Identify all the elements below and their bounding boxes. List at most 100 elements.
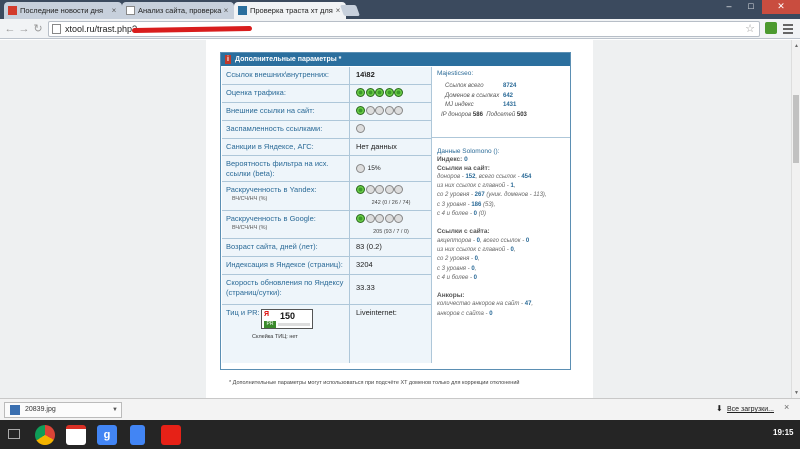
footnote: * Дополнительные параметры могут использ… (229, 380, 520, 386)
close-icon[interactable]: × (110, 6, 118, 15)
close-icon[interactable]: × (784, 402, 789, 412)
gmail-icon[interactable] (66, 425, 86, 445)
menu-icon[interactable] (783, 24, 793, 34)
anchors-heading: Анкоры: (437, 292, 465, 300)
extra-params-panel: i Дополнительные параметры * Ссылок внеш… (220, 52, 571, 370)
docs-icon[interactable] (130, 425, 145, 445)
majestic-stat: MJ индекс 1431 (437, 101, 565, 111)
extension-icon[interactable] (765, 22, 777, 34)
page-icon (52, 24, 61, 34)
tic-pr-badge[interactable]: Я 150 PR (261, 309, 313, 329)
rating-dot-on-icon (365, 88, 375, 97)
param-label: Тиц и PR: Я 150 PR Склейка ТИЦ: нет (222, 305, 350, 363)
stat-line: из них ссылок с главной - 0, (437, 246, 516, 253)
rating-dot-on-icon (356, 106, 365, 115)
minimize-button[interactable]: – (718, 0, 740, 14)
panel-header: i Дополнительные параметры * (221, 53, 570, 66)
stat-line: анкоров с сайта - 0 (437, 310, 493, 317)
stat-line: с 4 и более - 0 (0) (437, 211, 486, 218)
param-row: Раскрученность в Google: ВЧ/СЧ/НЧ (%) 20… (222, 211, 431, 239)
param-label: Санкции в Яндексе, АГС: (222, 139, 350, 155)
tab-trust-check[interactable]: Проверка траста хт для с × (234, 2, 346, 19)
index-label: Индекс: (437, 156, 463, 164)
stat-line: с 3 уровня - 186 (53), (437, 201, 496, 208)
param-row: Раскрученность в Yandex: ВЧ/СЧ/НЧ (%) 24… (222, 182, 431, 211)
page-favicon-icon (126, 6, 135, 15)
youtube-icon[interactable] (161, 425, 181, 445)
download-filename: 20839.jpg (25, 406, 56, 413)
param-row: Индексация в Яндексе (страниц): 3204 (222, 257, 431, 275)
majestic-stat: Ссылок всего 8724 (437, 82, 565, 92)
scroll-up-icon[interactable]: ▲ (794, 43, 799, 49)
stat-label: Подсетей (486, 111, 516, 118)
scroll-down-icon[interactable]: ▼ (794, 390, 799, 396)
stat-line: количество анкоров на сайт - 47, (437, 301, 534, 308)
param-value: Нет данных (356, 142, 397, 151)
param-label: Внешние ссылки на сайт: (222, 103, 350, 120)
google-search-icon[interactable]: g (97, 425, 117, 445)
yandex-promotion: 242 (0 / 26 / 74) (352, 182, 430, 210)
new-tab-button[interactable] (339, 5, 361, 16)
tab-label: Последние новости дня (20, 6, 104, 15)
external-links-rating (352, 103, 430, 120)
rating-dot-off-icon (394, 106, 403, 115)
chrome-icon[interactable] (35, 425, 55, 445)
reload-icon[interactable]: ↻ (31, 22, 45, 36)
tab-news[interactable]: Последние новости дня × (4, 2, 122, 19)
param-row: Тиц и PR: Я 150 PR Склейка ТИЦ: нет Live… (222, 305, 431, 363)
rating-dot-off-icon (356, 163, 365, 173)
address-bar[interactable]: xtool.ru/trast.php? ☆ (48, 21, 760, 37)
bookmark-star-icon[interactable]: ☆ (745, 22, 755, 36)
rating-dot-off-icon (384, 185, 394, 194)
param-label-text: Раскрученность в Yandex: (226, 185, 317, 194)
stat-line: с 4 и более - 0 (437, 274, 477, 281)
tab-label: Проверка траста хт для с (250, 6, 334, 15)
param-row: Возраст сайта, дней (лет): 83 (0.2) (222, 239, 431, 257)
majestic-title: Majesticseo: (437, 70, 474, 77)
param-detail: 205 (93 / 7 / 0) (373, 229, 409, 235)
param-row: Внешние ссылки на сайт: (222, 103, 431, 121)
download-icon: ⬇ (716, 404, 723, 413)
rating-dot-on-icon (394, 88, 403, 97)
param-row: Санкции в Яндексе, АГС: Нет данных (222, 139, 431, 156)
panel-title: Дополнительные параметры * (235, 56, 342, 63)
browser-toolbar: ← → ↻ xtool.ru/trast.php? ☆ (0, 19, 800, 39)
scrollbar-thumb[interactable] (793, 95, 799, 163)
forward-arrow-icon[interactable]: → (17, 22, 31, 36)
tab-label: Анализ сайта, проверка (138, 6, 222, 15)
index-line: Индекс: 0 (437, 156, 565, 164)
tic-value: 150 (280, 311, 296, 321)
param-row: Оценка трафика: (222, 85, 431, 103)
close-window-button[interactable]: ✕ (762, 0, 800, 14)
param-label: Вероятность фильтра на исх. ссылки (beta… (222, 156, 350, 181)
google-promotion: 205 (93 / 7 / 0) (352, 211, 430, 238)
stat-label: IP доноров (441, 111, 472, 118)
window-switcher-icon[interactable] (8, 429, 20, 439)
rating-dot-on-icon (356, 88, 365, 97)
param-label: Индексация в Яндексе (страниц): (222, 257, 350, 274)
taskbar: g 19:15 (0, 420, 800, 449)
all-downloads-link[interactable]: ⬇ Все загрузки... (716, 404, 774, 413)
rating-dot-on-icon (356, 185, 365, 194)
close-icon[interactable]: × (222, 6, 230, 15)
rating-dot-off-icon (394, 214, 403, 223)
tab-analysis[interactable]: Анализ сайта, проверка × (122, 2, 234, 19)
param-value: 33.33 (356, 283, 375, 292)
param-value: 14\82 (356, 70, 375, 79)
acceptors-line: акцепторов - 0, всего ссылок - 0 (437, 237, 530, 244)
all-downloads-label: Все загрузки... (727, 406, 774, 413)
back-arrow-icon[interactable]: ← (3, 22, 17, 36)
stat-value: 1431 (503, 102, 517, 109)
param-label: Заспамленность ссылками: (222, 121, 350, 138)
vertical-scrollbar[interactable]: ▲ ▼ (791, 40, 800, 398)
param-value: 3204 (356, 260, 373, 269)
right-stats: Majesticseo: Ссылок всего 8724 Доменов в … (432, 67, 570, 363)
stat-value: 586 (472, 111, 483, 118)
rating-dot-off-icon (356, 124, 365, 133)
donors-line: доноров - 152, всего ссылок - 454 (437, 173, 532, 180)
maximize-button[interactable]: □ (740, 0, 762, 14)
chevron-down-icon[interactable]: ▼ (112, 403, 118, 417)
rating-dot-off-icon (365, 106, 375, 115)
param-label: Раскрученность в Google: ВЧ/СЧ/НЧ (%) (222, 211, 350, 238)
download-item[interactable]: 20839.jpg ▼ (4, 402, 122, 418)
